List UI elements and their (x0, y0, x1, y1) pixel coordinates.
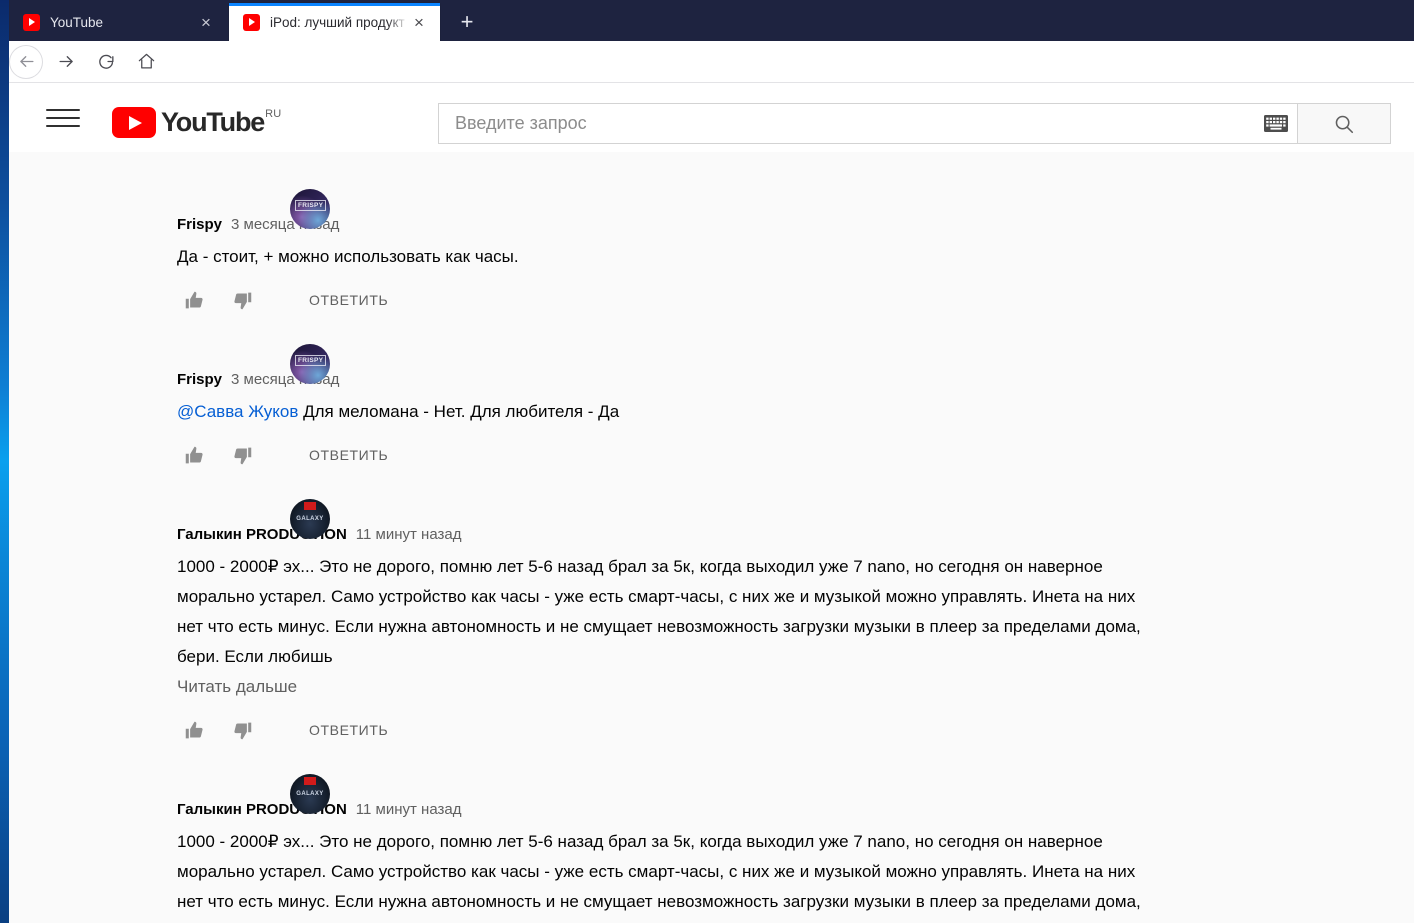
hamburger-menu-icon[interactable] (46, 105, 80, 131)
navigation-toolbar: https://www.youtube.com/watch?v=Qd_bEy9k… (0, 41, 1414, 116)
comments-list: Frispy3 месяца назад Да - стоит, + можно … (9, 152, 1414, 923)
avatar[interactable] (290, 344, 330, 384)
comment-item: Frispy3 месяца назад @Савва Жуков Для мел… (9, 321, 1414, 476)
comment-header: Frispy 3 месяца назад (177, 216, 1414, 233)
youtube-favicon-icon (23, 13, 40, 31)
comment-author[interactable]: Frispy (177, 216, 222, 233)
forward-icon[interactable] (49, 45, 83, 79)
comment-item: Галыкин PRODUCTION11 минут назад 1000 - 2… (9, 476, 1414, 751)
new-tab-button[interactable]: + (452, 8, 482, 36)
close-icon[interactable]: × (193, 9, 219, 35)
search-box[interactable] (438, 103, 1298, 144)
youtube-country-code: RU (265, 108, 282, 120)
reply-button[interactable]: ОТВЕТИТЬ (309, 292, 388, 308)
comment-text-body: 1000 - 2000₽ эх... Это не дорого, помню … (177, 557, 1146, 666)
comment-timestamp[interactable]: 11 минут назад (356, 526, 462, 543)
reply-button[interactable]: ОТВЕТИТЬ (309, 447, 388, 463)
comment-actions: ОТВЕТИТЬ (177, 715, 1414, 745)
reload-icon[interactable] (89, 45, 123, 79)
browser-tab-ipod[interactable]: iPod: лучший продукт Apple! × (229, 3, 440, 41)
comment-text: Да - стоит, + можно использовать как час… (177, 242, 1152, 272)
youtube-logo[interactable]: YouTube RU (112, 107, 281, 138)
thumbs-down-icon[interactable] (225, 715, 259, 745)
thumbs-up-icon[interactable] (177, 285, 211, 315)
comment-actions: ОТВЕТИТЬ (177, 440, 1414, 470)
search-button[interactable] (1298, 103, 1391, 144)
thumbs-up-icon[interactable] (177, 715, 211, 745)
close-icon[interactable]: × (406, 9, 432, 35)
tab-title: YouTube (50, 14, 104, 30)
back-icon[interactable] (9, 45, 43, 79)
comment-header: Frispy 3 месяца назад (177, 371, 1414, 388)
youtube-masthead: YouTube RU (9, 83, 1414, 152)
browser-tab-youtube[interactable]: YouTube × (9, 3, 227, 41)
comment-text: @Савва Жуков Для меломана - Нет. Для люб… (177, 397, 1152, 427)
youtube-play-icon (112, 107, 156, 138)
tab-strip: YouTube × iPod: лучший продукт Apple! × … (0, 0, 1414, 41)
comment-text-body: 1000 - 2000₽ эх... Это не дорого, помню … (177, 832, 1141, 923)
read-more-link[interactable]: Читать дальше (177, 672, 297, 702)
comment-item: Галыкин PRODUCTION11 минут назад 1000 - 2… (9, 751, 1414, 923)
comment-mention-link[interactable]: @Савва Жуков (177, 402, 298, 421)
comment-timestamp[interactable]: 11 минут назад (356, 801, 462, 818)
comment-text-body: Да - стоит, + можно использовать как час… (177, 247, 519, 266)
search-area (438, 103, 1391, 144)
thumbs-up-icon[interactable] (177, 440, 211, 470)
comment-text: 1000 - 2000₽ эх... Это не дорого, помню … (177, 552, 1152, 672)
avatar[interactable] (290, 499, 330, 539)
avatar[interactable] (290, 774, 330, 814)
tab-title: iPod: лучший продукт Apple! (270, 14, 406, 30)
search-icon (1335, 115, 1354, 133)
thumbs-down-icon[interactable] (225, 285, 259, 315)
avatar[interactable] (290, 189, 330, 229)
home-icon[interactable] (129, 45, 163, 79)
reply-button[interactable]: ОТВЕТИТЬ (309, 722, 388, 738)
youtube-wordmark: YouTube (161, 107, 265, 137)
comment-text: 1000 - 2000₽ эх... Это не дорого, помню … (177, 827, 1152, 923)
comment-actions: ОТВЕТИТЬ (177, 285, 1414, 315)
search-input[interactable] (455, 113, 1255, 134)
comment-header: Галыкин PRODUCTION 11 минут назад (177, 801, 1414, 818)
desktop-edge (0, 0, 9, 923)
comment-author[interactable]: Frispy (177, 371, 222, 388)
youtube-favicon-icon (243, 13, 260, 31)
page-content: @Савва Жуков А качество звука как? Стоит… (9, 83, 1414, 923)
comment-header: Галыкин PRODUCTION 11 минут назад (177, 526, 1414, 543)
browser-window: YouTube × iPod: лучший продукт Apple! × … (0, 0, 1414, 923)
comment-text-body: Для меломана - Нет. Для любителя - Да (298, 402, 620, 421)
comment-item: Frispy3 месяца назад Да - стоит, + можно … (9, 166, 1414, 321)
keyboard-icon[interactable] (1255, 115, 1297, 132)
thumbs-down-icon[interactable] (225, 440, 259, 470)
